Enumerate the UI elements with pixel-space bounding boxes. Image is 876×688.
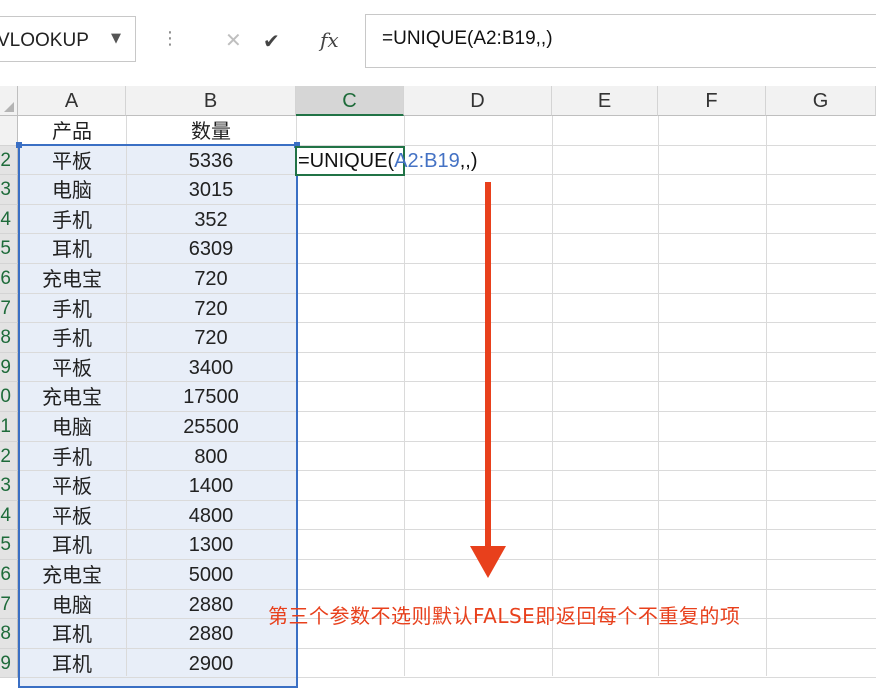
- annotation-text: 第三个参数不选则默认FALSE即返回每个不重复的项: [268, 604, 741, 628]
- annotation-arrow: [470, 182, 506, 578]
